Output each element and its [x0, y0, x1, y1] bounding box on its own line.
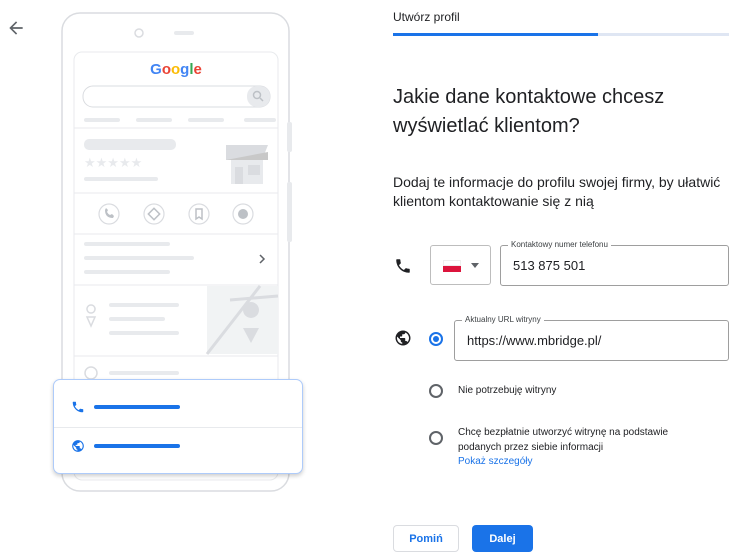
phone-icon — [72, 401, 84, 413]
globe-icon — [395, 330, 411, 346]
website-url-input[interactable] — [455, 321, 728, 360]
phone-icon — [396, 259, 410, 273]
radio-create-website[interactable] — [429, 431, 443, 445]
page-header-title: Utwórz profil — [393, 10, 460, 24]
page-subtitle: Dodaj te informacje do profilu swojej fi… — [393, 174, 721, 209]
contact-card-popup — [53, 379, 303, 474]
poland-flag-icon — [443, 260, 461, 272]
show-details-link[interactable]: Pokaż szczegóły — [458, 456, 532, 467]
website-line-placeholder — [94, 444, 180, 448]
phone-line-placeholder — [94, 405, 180, 409]
store-icon — [226, 145, 268, 184]
progress-bar-fill — [393, 33, 598, 36]
option-create-website-label[interactable]: Chcę bezpłatnie utworzyć witrynę na pods… — [458, 425, 708, 455]
skip-button[interactable]: Pomiń — [393, 525, 459, 552]
phone-number-field[interactable]: Kontaktowy numer telefonu — [500, 239, 729, 286]
dropdown-caret-icon — [471, 263, 479, 268]
phone-number-input[interactable] — [501, 246, 728, 285]
google-logo: Google — [150, 61, 202, 78]
globe-icon — [72, 440, 84, 452]
phone-number-label: Kontaktowy numer telefonu — [508, 239, 611, 251]
rating-stars: ★★★★★ — [84, 156, 142, 171]
page-heading: Jakie dane kontaktowe chcesz wyświetlać … — [393, 86, 665, 137]
search-bar — [82, 85, 271, 108]
country-code-select[interactable] — [430, 245, 491, 285]
next-button[interactable]: Dalej — [472, 525, 533, 552]
radio-website-url[interactable] — [429, 332, 443, 346]
website-url-field[interactable]: Aktualny URL witryny — [454, 314, 729, 361]
divider — [54, 427, 302, 428]
progress-bar — [393, 33, 729, 36]
radio-no-website[interactable] — [429, 384, 443, 398]
website-url-label: Aktualny URL witryny — [462, 314, 544, 326]
option-no-website-label[interactable]: Nie potrzebuję witryny — [458, 385, 556, 396]
